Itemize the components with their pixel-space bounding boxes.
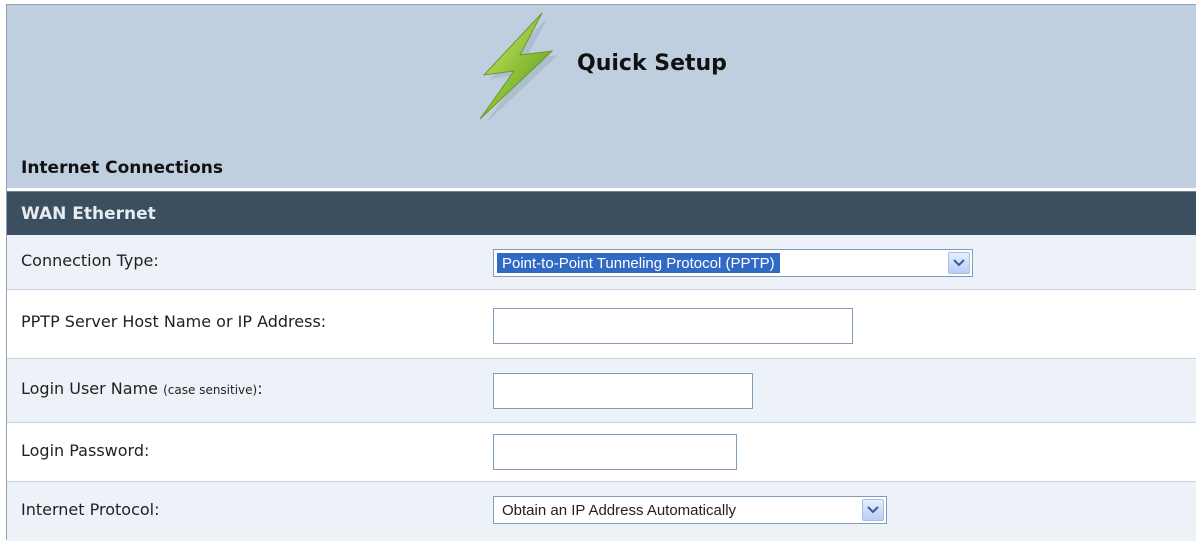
internet-protocol-row: Internet Protocol: Obtain an IP Address … bbox=[7, 482, 1196, 541]
pptp-server-label: PPTP Server Host Name or IP Address: bbox=[21, 312, 327, 331]
wan-ethernet-title: WAN Ethernet bbox=[21, 204, 156, 224]
login-password-row: Login Password: bbox=[7, 423, 1196, 482]
internet-protocol-label: Internet Protocol: bbox=[21, 500, 160, 519]
case-sensitive-note: (case sensitive) bbox=[163, 383, 258, 397]
pptp-server-row: PPTP Server Host Name or IP Address: bbox=[7, 290, 1196, 359]
login-user-label: Login User Name (case sensitive): bbox=[21, 379, 263, 398]
connection-type-row: Connection Type: Point-to-Point Tunnelin… bbox=[7, 235, 1196, 290]
connection-type-value: Point-to-Point Tunneling Protocol (PPTP) bbox=[497, 253, 780, 273]
quick-setup-panel: Quick Setup Internet Connections WAN Eth… bbox=[6, 4, 1196, 541]
lightning-bolt-icon bbox=[479, 12, 558, 121]
pptp-server-input[interactable] bbox=[493, 308, 853, 344]
login-user-label-text: Login User Name bbox=[21, 379, 159, 398]
internet-protocol-value: Obtain an IP Address Automatically bbox=[502, 502, 737, 519]
chevron-down-icon[interactable] bbox=[862, 499, 884, 521]
login-user-row: Login User Name (case sensitive): bbox=[7, 359, 1196, 423]
login-user-input[interactable] bbox=[493, 373, 753, 409]
connection-type-select[interactable]: Point-to-Point Tunneling Protocol (PPTP) bbox=[493, 249, 973, 277]
chevron-down-icon[interactable] bbox=[948, 252, 970, 274]
section-title: Internet Connections bbox=[21, 158, 223, 178]
internet-protocol-select[interactable]: Obtain an IP Address Automatically bbox=[493, 496, 887, 524]
page-title: Quick Setup bbox=[577, 51, 727, 76]
login-password-label: Login Password: bbox=[21, 441, 150, 460]
login-user-label-suffix: : bbox=[257, 379, 263, 398]
wan-ethernet-bar: WAN Ethernet bbox=[7, 191, 1196, 235]
connection-type-label: Connection Type: bbox=[21, 251, 159, 270]
login-password-input[interactable] bbox=[493, 434, 737, 470]
page-header: Quick Setup Internet Connections bbox=[7, 5, 1196, 188]
